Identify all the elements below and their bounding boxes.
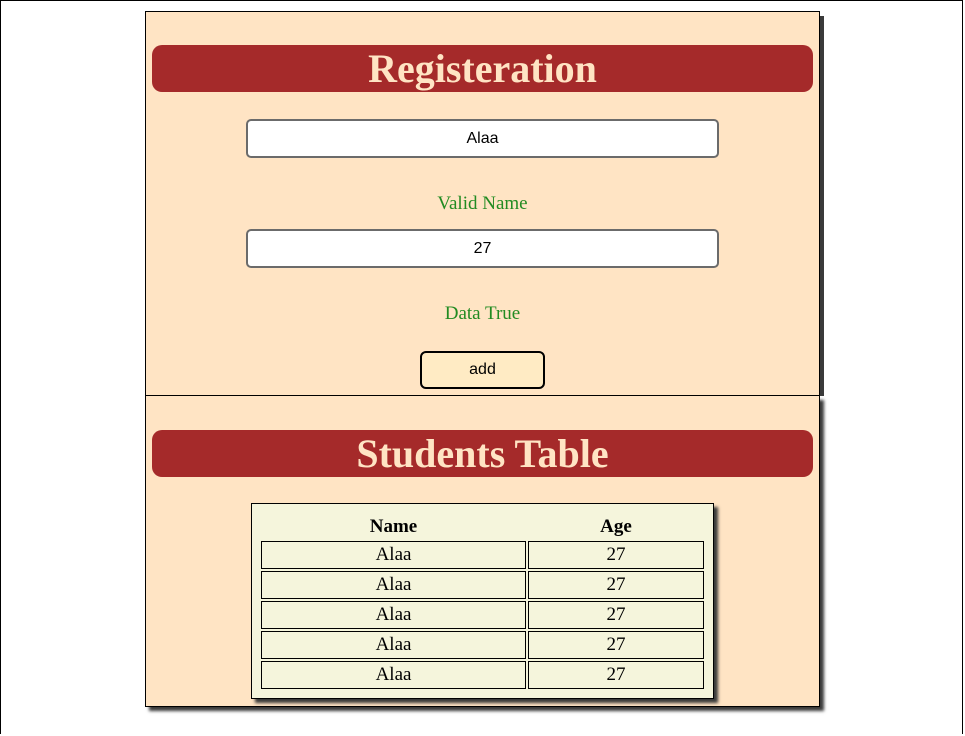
age-validation-message: Data True bbox=[444, 303, 521, 324]
table-row: Alaa 27 bbox=[261, 601, 704, 629]
table-row: Alaa 27 bbox=[261, 661, 704, 689]
name-input[interactable] bbox=[246, 119, 719, 158]
cell-age: 27 bbox=[528, 601, 704, 629]
age-input[interactable] bbox=[246, 229, 719, 268]
column-header-name: Name bbox=[369, 515, 418, 537]
cell-age: 27 bbox=[528, 541, 704, 569]
students-table: Name Age Alaa 27 Alaa 27 Alaa 27 Alaa 27… bbox=[259, 512, 706, 691]
add-button[interactable]: add bbox=[420, 351, 545, 389]
cell-name: Alaa bbox=[261, 541, 526, 569]
cell-age: 27 bbox=[528, 661, 704, 689]
cell-name: Alaa bbox=[261, 571, 526, 599]
cell-name: Alaa bbox=[261, 601, 526, 629]
students-table-title: Students Table bbox=[152, 430, 813, 477]
registration-form: Registeration Valid Name Data True add bbox=[145, 11, 824, 397]
registration-title: Registeration bbox=[152, 45, 813, 92]
cell-name: Alaa bbox=[261, 661, 526, 689]
cell-age: 27 bbox=[528, 631, 704, 659]
table-row: Alaa 27 bbox=[261, 631, 704, 659]
table-row: Alaa 27 bbox=[261, 571, 704, 599]
students-section: Students Table Name Age Alaa 27 Alaa 27 bbox=[145, 396, 820, 707]
name-validation-message: Valid Name bbox=[437, 193, 528, 214]
students-table-container: Name Age Alaa 27 Alaa 27 Alaa 27 Alaa 27… bbox=[251, 503, 714, 699]
cell-age: 27 bbox=[528, 571, 704, 599]
table-row: Alaa 27 bbox=[261, 541, 704, 569]
column-header-age: Age bbox=[600, 515, 632, 537]
cell-name: Alaa bbox=[261, 631, 526, 659]
table-header-row: Name Age bbox=[261, 514, 704, 539]
